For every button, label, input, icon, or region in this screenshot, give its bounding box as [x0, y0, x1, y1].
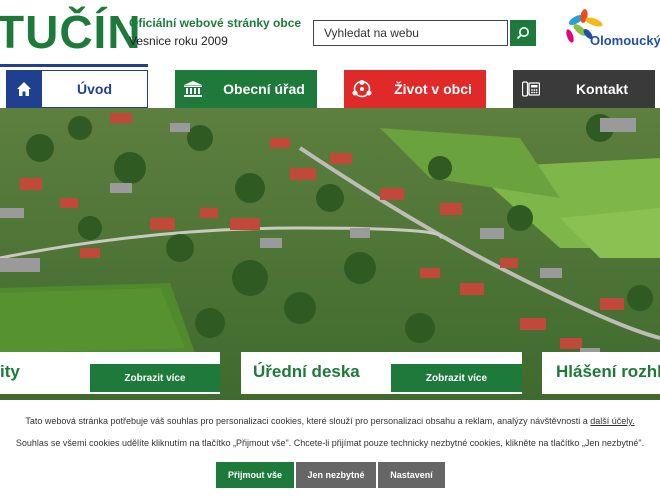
search-input[interactable]: [314, 21, 507, 45]
nav-item-zivot-v-obci[interactable]: Život v obci: [344, 70, 486, 108]
card-aktuality[interactable]: ity Zobrazit více: [0, 352, 220, 394]
nav-item-label: Obecní úřad: [223, 81, 305, 97]
card-uredni-deska[interactable]: Úřední deska Zobrazit více: [241, 352, 522, 394]
show-more-button[interactable]: Zobrazit více: [90, 364, 220, 392]
people-network-icon: [344, 70, 380, 108]
nav-item-uvod[interactable]: Úvod: [6, 69, 148, 108]
bank-icon: [175, 70, 211, 108]
accept-all-button[interactable]: Přijmout vše: [216, 462, 294, 488]
cookie-settings-button[interactable]: Nastavení: [378, 462, 445, 488]
search-button[interactable]: [510, 20, 536, 46]
search-box: [313, 20, 508, 46]
tagline-secondary: Vesnice roku 2009: [129, 34, 228, 48]
site-logo[interactable]: TUČÍN: [0, 6, 142, 58]
cookie-text-line1: Tato webová stránka potřebuje váš souhla…: [0, 416, 660, 426]
phone-icon: [513, 70, 549, 108]
home-icon: [6, 69, 42, 108]
card-title: Úřední deska: [253, 362, 360, 381]
region-name: Olomoucký: [590, 33, 660, 48]
cookie-text-line2: Souhlas se všemi cookies udělíte kliknut…: [15, 438, 645, 448]
cookie-text: Tato webová stránka potřebuje váš souhla…: [25, 416, 588, 426]
necessary-only-button[interactable]: Jen nezbytné: [296, 462, 376, 488]
nav-item-obecni-urad[interactable]: Obecní úřad: [175, 70, 317, 108]
nav-item-label: Život v obci: [394, 81, 472, 97]
show-more-button[interactable]: Zobrazit více: [391, 364, 522, 392]
nav-item-label: Úvod: [77, 81, 112, 97]
site-header: TUČÍN Oficiální webové stránky obce Vesn…: [0, 0, 660, 70]
cookie-consent-bar: Tato webová stránka potřebuje váš souhla…: [0, 400, 660, 500]
nav-item-kontakt[interactable]: Kontakt: [513, 70, 655, 108]
card-title: ity: [0, 362, 20, 381]
nav-item-label: Kontakt: [575, 81, 629, 97]
cookie-more-link[interactable]: další účely.: [590, 416, 634, 426]
card-hlaseni-rozhlasu[interactable]: Hlášení rozhla: [542, 352, 660, 394]
tagline-primary: Oficiální webové stránky obce: [129, 16, 302, 30]
search-icon: [516, 27, 529, 40]
logo-underline: [0, 64, 148, 67]
card-title: Hlášení rozhla: [556, 362, 660, 381]
